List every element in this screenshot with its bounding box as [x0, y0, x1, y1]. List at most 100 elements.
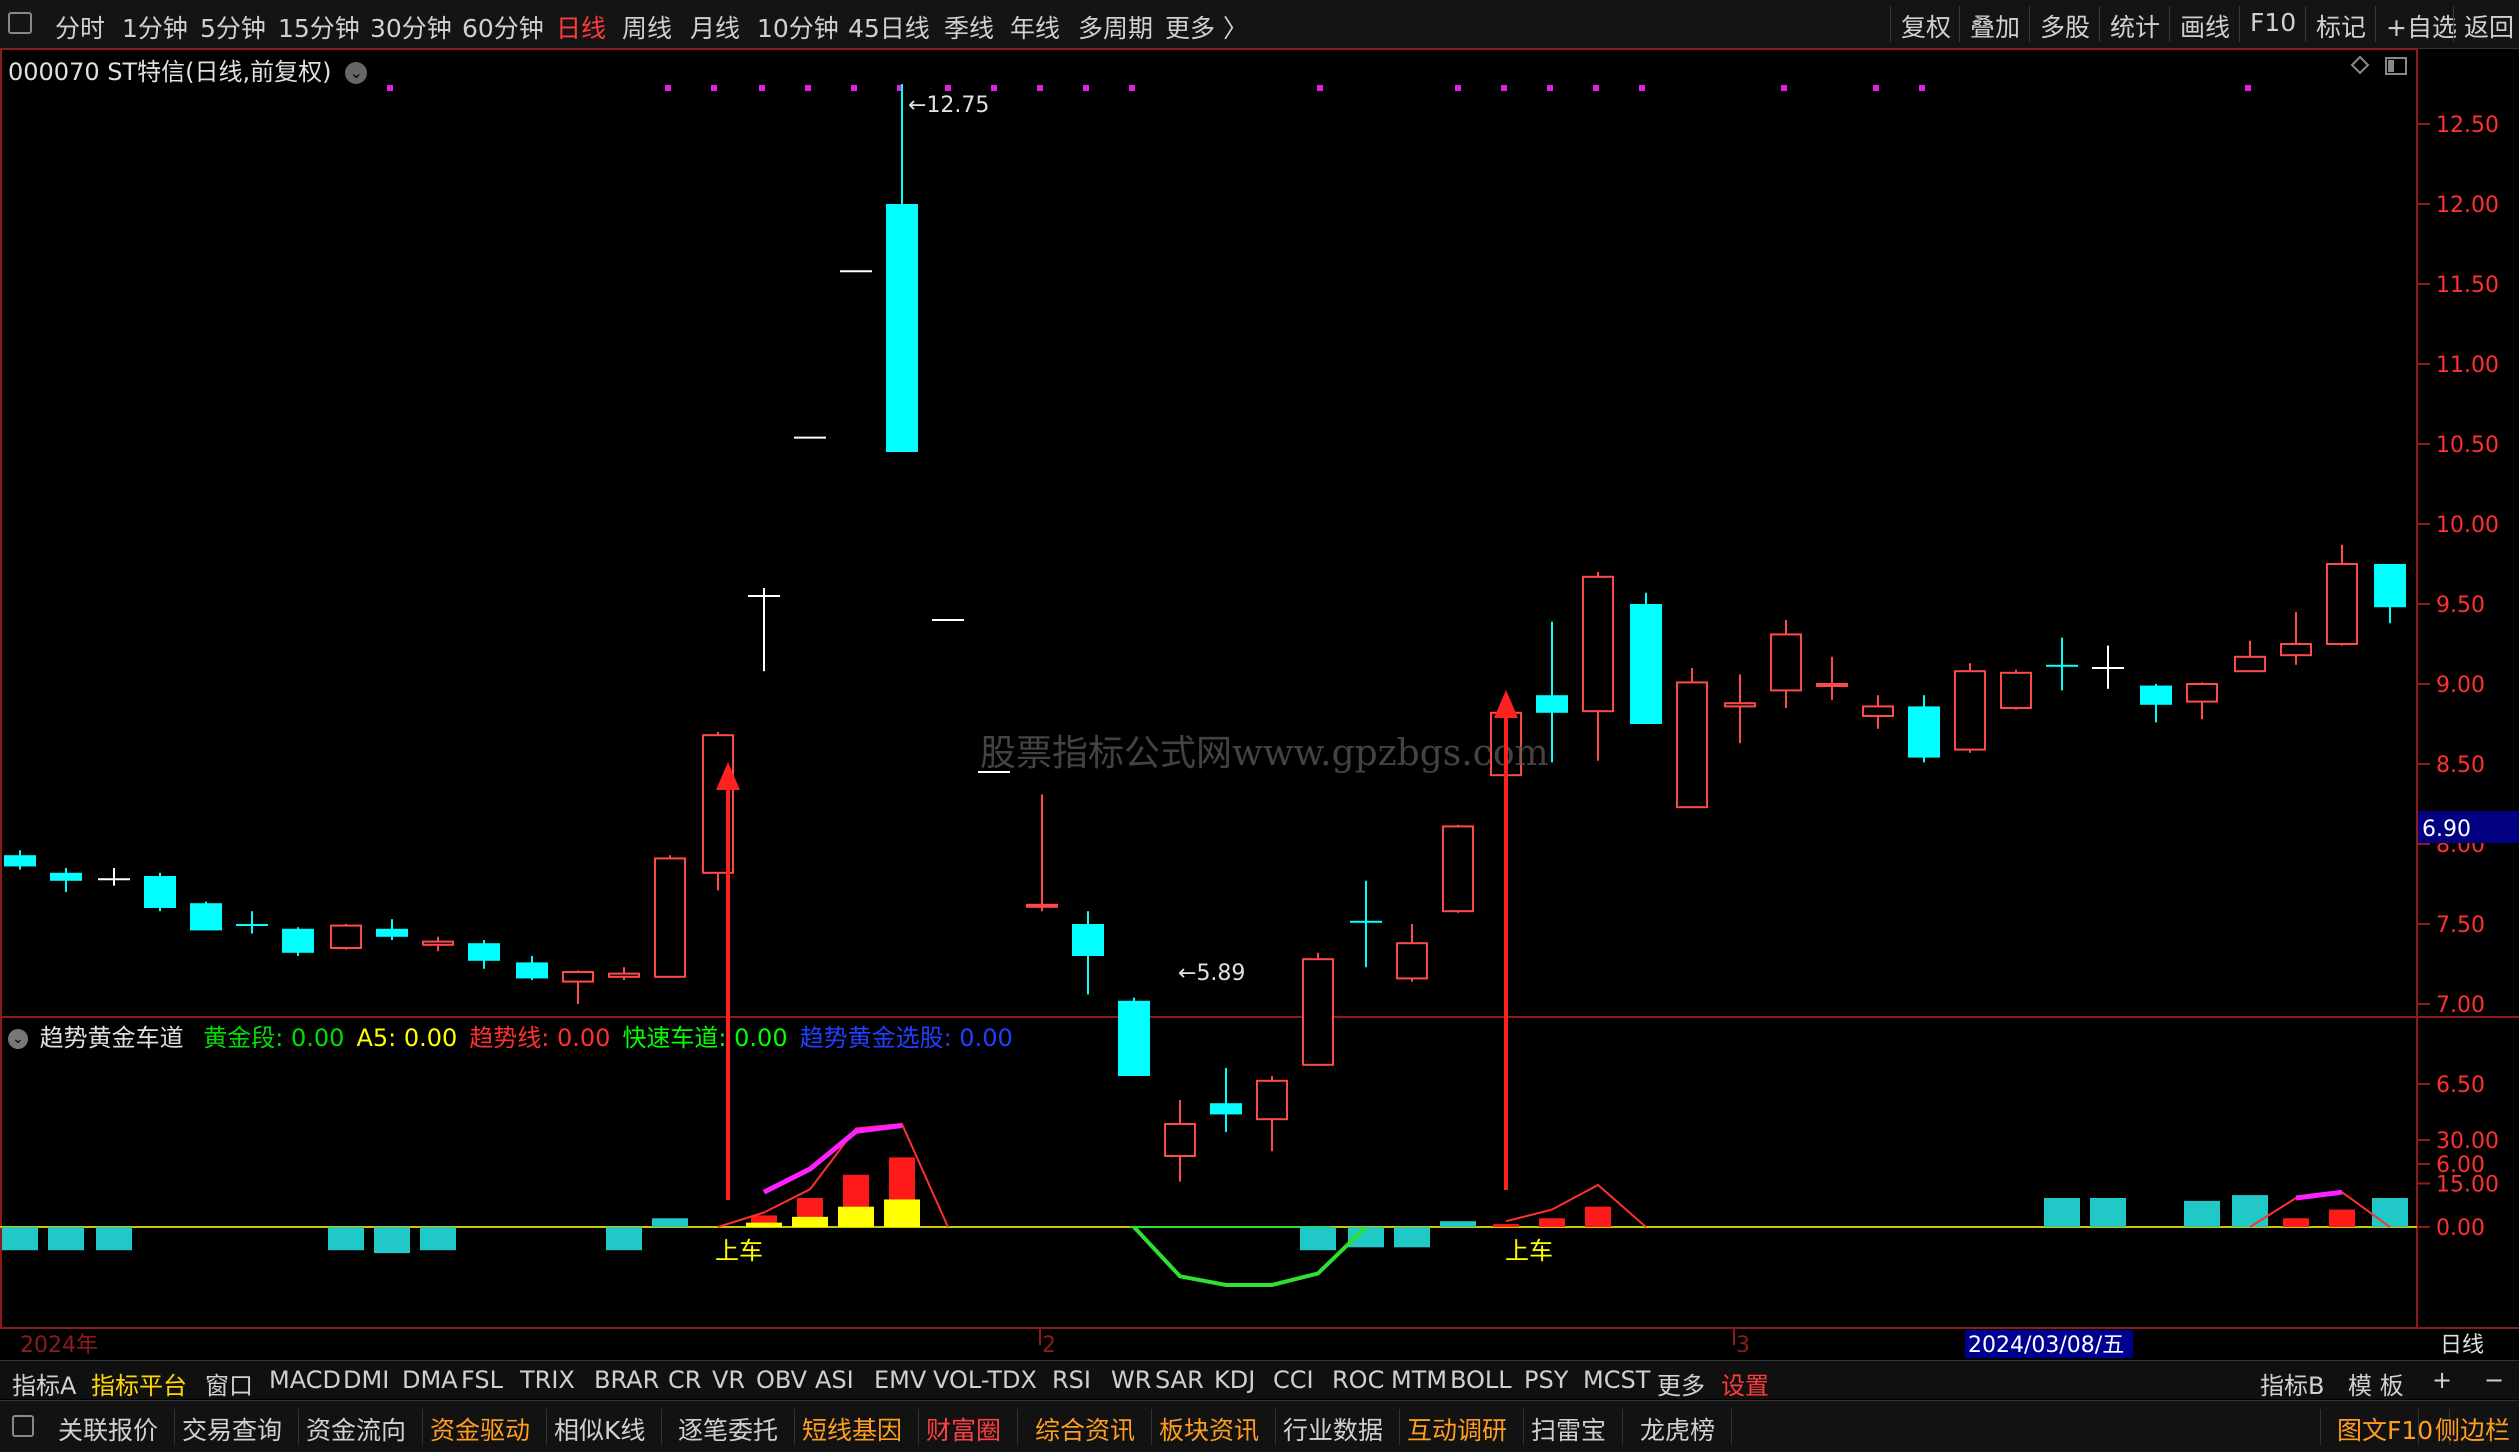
period-multi[interactable]: 多周期 — [1078, 9, 1153, 45]
period-monthly[interactable]: 月线 — [690, 9, 740, 45]
candlestick — [282, 927, 314, 956]
indicator-tab[interactable]: VOL-TDX — [933, 1366, 1037, 1394]
tool-back[interactable]: 返回 — [2453, 6, 2519, 42]
candlestick — [1676, 668, 1708, 809]
candlestick — [654, 855, 686, 978]
indicator-tab[interactable]: 更多 — [1657, 1366, 1705, 1401]
window-menu-icon[interactable] — [8, 12, 32, 34]
function-button[interactable]: 资金流向 — [290, 1409, 424, 1445]
layout-toggle-icon[interactable] — [2385, 57, 2407, 75]
signal-dot — [805, 85, 811, 91]
period-toolbar: 分时 1分钟 5分钟 15分钟 30分钟 60分钟 日线 周线 月线 10分钟 … — [0, 0, 2519, 49]
tool-f10[interactable]: F10 — [2239, 6, 2306, 42]
period-weekly[interactable]: 周线 — [622, 9, 672, 45]
period-yearly[interactable]: 年线 — [1010, 9, 1060, 45]
indicator-tab[interactable]: BRAR — [594, 1366, 659, 1394]
function-button[interactable]: 资金驱动 — [414, 1409, 548, 1445]
function-button[interactable]: 综合资讯 — [1019, 1409, 1153, 1445]
indicator-tab[interactable]: BOLL — [1450, 1366, 1512, 1394]
period-45day[interactable]: 45日线 — [848, 9, 930, 45]
function-button[interactable]: 扫雷宝 — [1515, 1409, 1624, 1445]
candlestick — [1210, 1068, 1242, 1132]
indicator-tab[interactable]: WR — [1111, 1366, 1151, 1394]
function-button[interactable]: 短线基因 — [786, 1409, 920, 1445]
indicator-name[interactable]: 趋势黄金车道 — [40, 1024, 184, 1052]
indicator-tab[interactable]: VR — [712, 1366, 745, 1394]
period-more[interactable]: 更多 〉 — [1165, 9, 1248, 45]
period-30min[interactable]: 30分钟 — [370, 9, 452, 45]
function-button[interactable]: 行业数据 — [1267, 1409, 1401, 1445]
period-60min[interactable]: 60分钟 — [462, 9, 544, 45]
indicator-tab[interactable]: PSY — [1524, 1366, 1568, 1394]
signal-dot — [711, 85, 717, 91]
price-axis-label: 11.50 — [2436, 273, 2499, 298]
price-axis-label: 10.50 — [2436, 433, 2499, 458]
tool-multistock[interactable]: 多股 — [2029, 6, 2100, 42]
indicator-tab[interactable]: ROC — [1332, 1366, 1384, 1394]
indicator-tab[interactable]: EMV — [874, 1366, 926, 1394]
indicator-tab[interactable]: DMI — [343, 1366, 389, 1394]
function-button[interactable]: 逐笔委托 — [662, 1409, 796, 1445]
cursor-date: 2024/03/08/五 — [1968, 1333, 2124, 1358]
indicator-tab[interactable]: FSL — [461, 1366, 503, 1394]
period-15min[interactable]: 15分钟 — [278, 9, 360, 45]
indicator-toggle-icon[interactable]: ⌄ — [8, 1029, 28, 1049]
histogram-bar — [652, 1218, 688, 1227]
function-button[interactable]: 交易查询 — [166, 1409, 300, 1445]
period-fenshi[interactable]: 分时 — [55, 9, 105, 45]
tool-stats[interactable]: 统计 — [2099, 6, 2170, 42]
indicator-tab-right[interactable]: + — [2432, 1366, 2452, 1394]
tool-fuquan[interactable]: 复权 — [1890, 6, 1961, 42]
indicator-axis-label: 0.00 — [2436, 1216, 2485, 1241]
histogram-bar — [2232, 1195, 2268, 1227]
indicator-tab[interactable]: ASI — [815, 1366, 854, 1394]
indicator-tab[interactable]: 窗口 — [205, 1366, 253, 1401]
histogram-bar — [328, 1227, 364, 1251]
signal-dot — [1037, 85, 1043, 91]
indicator-tab[interactable]: SAR — [1155, 1366, 1204, 1394]
signal-label: 上车 — [715, 1237, 763, 1265]
panel-menu-icon[interactable] — [12, 1415, 34, 1437]
indicator-tab[interactable]: KDJ — [1214, 1366, 1255, 1394]
tool-draw[interactable]: 画线 — [2169, 6, 2240, 42]
function-button[interactable]: 相似K线 — [538, 1409, 663, 1445]
indicator-tab[interactable]: MTM — [1391, 1366, 1447, 1394]
histogram-bar — [1440, 1221, 1476, 1227]
function-button[interactable]: 关联报价 — [42, 1409, 176, 1445]
kline-chart[interactable]: 12.50 12.00 11.50 11.00 10.50 10.00 9.50 9.00 8.… — [0, 48, 2519, 1360]
indicator-tab[interactable]: TRIX — [520, 1366, 575, 1394]
period-daily[interactable]: 日线 — [556, 9, 606, 45]
indicator-tab[interactable]: 指标平台 — [91, 1366, 187, 1401]
histogram-bar — [48, 1227, 84, 1251]
function-button[interactable]: 板块资讯 — [1143, 1409, 1277, 1445]
function-button[interactable]: 互动调研 — [1391, 1409, 1525, 1445]
tool-overlay[interactable]: 叠加 — [1959, 6, 2030, 42]
indicator-tab[interactable]: MCST — [1583, 1366, 1650, 1394]
signal-dot — [945, 85, 951, 91]
period-1min[interactable]: 1分钟 — [122, 9, 188, 45]
indicator-tab[interactable]: CCI — [1273, 1366, 1314, 1394]
indicator-tab[interactable]: 指标A — [12, 1366, 76, 1401]
indicator-tab[interactable]: RSI — [1052, 1366, 1091, 1394]
indicator-tab-right[interactable]: − — [2484, 1366, 2504, 1394]
candlestick — [144, 872, 176, 912]
indicator-tab[interactable]: 设置 — [1721, 1366, 1769, 1401]
indicator-tab[interactable]: CR — [668, 1366, 701, 1394]
price-axis-label: 12.50 — [2436, 113, 2499, 138]
function-button[interactable]: 龙虎榜 — [1624, 1409, 1733, 1445]
side-button[interactable]: 侧边栏 — [2418, 1409, 2519, 1445]
signal-dot — [1317, 85, 1323, 91]
indicator-tab[interactable]: DMA — [402, 1366, 458, 1394]
indicator-tab[interactable]: OBV — [756, 1366, 807, 1394]
tool-mark[interactable]: 标记 — [2305, 6, 2376, 42]
indicator-tab-right[interactable]: 指标B — [2260, 1366, 2324, 1401]
indicator-axis-label: 15.00 — [2436, 1173, 2499, 1198]
indicator-tab[interactable]: MACD — [269, 1366, 341, 1394]
period-10min[interactable]: 10分钟 — [757, 9, 839, 45]
chart-mode-icon[interactable] — [2350, 55, 2370, 75]
period-5min[interactable]: 5分钟 — [200, 9, 266, 45]
signal-label: 上车 — [1505, 1237, 1553, 1265]
indicator-tab-right[interactable]: 模 板 — [2348, 1366, 2404, 1401]
period-quarterly[interactable]: 季线 — [944, 9, 994, 45]
function-button[interactable]: 财富圈 — [910, 1409, 1019, 1445]
